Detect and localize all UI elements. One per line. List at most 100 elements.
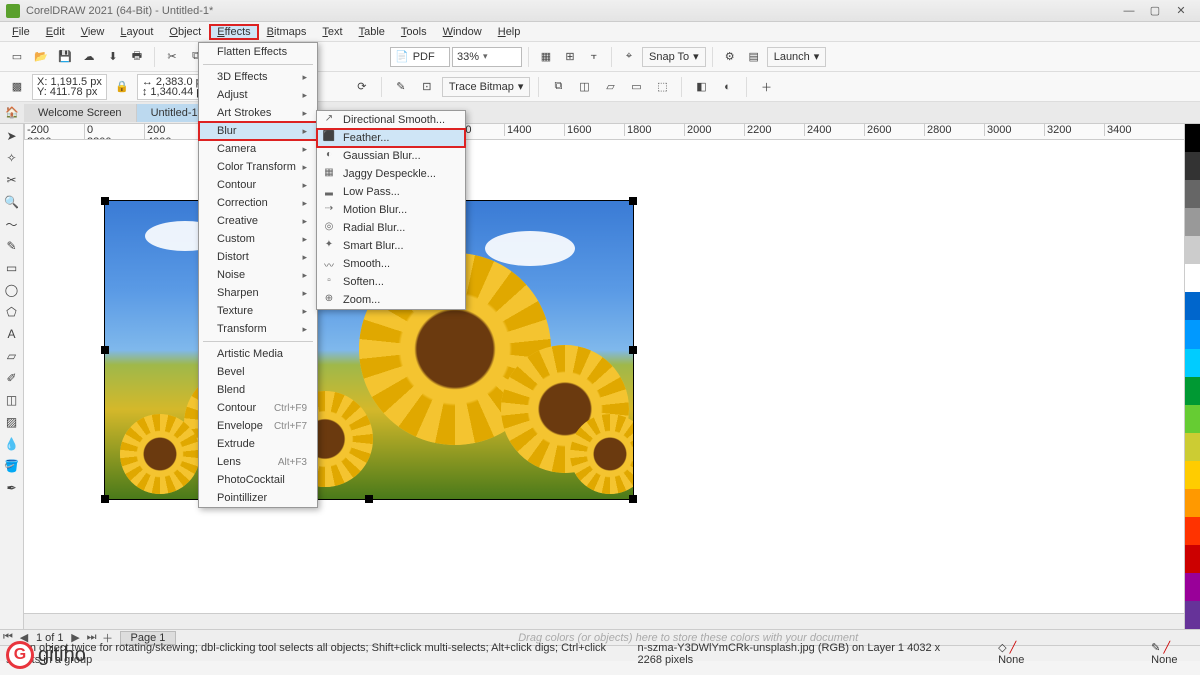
crop-tool-icon[interactable]: ✂	[2, 170, 22, 190]
fill-indicator[interactable]: ◇ ╱ None	[998, 641, 1040, 666]
color-swatch[interactable]	[1185, 349, 1200, 377]
blur-item-smart-blur-[interactable]: ✦Smart Blur...	[317, 237, 465, 255]
menu-table[interactable]: Table	[351, 24, 393, 40]
color-swatch[interactable]	[1185, 601, 1200, 629]
zoom-tool-icon[interactable]: 🔍	[2, 192, 22, 212]
minimize-button[interactable]: —	[1116, 5, 1142, 17]
menu-item-texture[interactable]: Texture	[199, 302, 317, 320]
outline-tool-icon[interactable]: ✒	[2, 478, 22, 498]
color-swatch[interactable]	[1185, 292, 1200, 320]
menu-help[interactable]: Help	[490, 24, 529, 40]
pick-tool-icon[interactable]: ➤	[2, 126, 22, 146]
outline-indicator[interactable]: ✎ ╱ None	[1151, 641, 1194, 666]
menu-item-flatten-effects[interactable]: Flatten Effects	[199, 43, 317, 61]
menu-item-lens[interactable]: LensAlt+F3	[199, 453, 317, 471]
color-swatch[interactable]	[1185, 377, 1200, 405]
layout-icon[interactable]: ▤	[743, 46, 765, 68]
menu-item-pointillizer[interactable]: Pointillizer	[199, 489, 317, 507]
menu-object[interactable]: Object	[161, 24, 209, 40]
menu-item-noise[interactable]: Noise	[199, 266, 317, 284]
new-icon[interactable]: ▭	[6, 46, 28, 68]
color-swatch[interactable]	[1185, 180, 1200, 208]
menu-window[interactable]: Window	[435, 24, 490, 40]
plus-icon[interactable]: ＋	[755, 76, 777, 98]
color-swatch[interactable]	[1185, 320, 1200, 348]
ellipse-tool-icon[interactable]: ◯	[2, 280, 22, 300]
open-icon[interactable]: 📂	[30, 46, 52, 68]
menu-item-blur[interactable]: Blur	[199, 122, 317, 140]
menu-item-distort[interactable]: Distort	[199, 248, 317, 266]
maximize-button[interactable]: ▢	[1142, 4, 1168, 17]
text-tool-icon[interactable]: A	[2, 324, 22, 344]
menu-item-3d-effects[interactable]: 3D Effects	[199, 68, 317, 86]
rotate-icon[interactable]: ⟳	[351, 76, 373, 98]
menu-item-creative[interactable]: Creative	[199, 212, 317, 230]
color-swatch[interactable]	[1185, 124, 1200, 152]
grid-icon[interactable]: ▦	[535, 46, 557, 68]
wrap-icon[interactable]: ⬚	[651, 76, 673, 98]
menu-item-color-transform[interactable]: Color Transform	[199, 158, 317, 176]
position-fields[interactable]: X: 1,191.5 px Y: 411.78 px	[32, 74, 107, 100]
color-swatch[interactable]	[1185, 236, 1200, 264]
polygon-tool-icon[interactable]: ⬠	[2, 302, 22, 322]
menu-view[interactable]: View	[73, 24, 113, 40]
print-icon[interactable]: 🖶	[126, 46, 148, 68]
shape-tool-icon[interactable]: ✧	[2, 148, 22, 168]
menu-layout[interactable]: Layout	[112, 24, 161, 40]
zoom-combo[interactable]: 33%▾	[452, 47, 522, 67]
blur-item-low-pass-[interactable]: ▂Low Pass...	[317, 183, 465, 201]
menu-edit[interactable]: Edit	[38, 24, 73, 40]
snap-to-combo[interactable]: Snap To▾	[642, 47, 706, 67]
color-palette[interactable]	[1184, 124, 1200, 629]
blur-item-zoom-[interactable]: ⊕Zoom...	[317, 291, 465, 309]
blur-item-smooth-[interactable]: 〰Smooth...	[317, 255, 465, 273]
close-button[interactable]: ✕	[1168, 4, 1194, 17]
blur-item-gaussian-blur-[interactable]: ◐Gaussian Blur...	[317, 147, 465, 165]
launch-combo[interactable]: Launch▾	[767, 47, 827, 67]
menu-text[interactable]: Text	[314, 24, 350, 40]
mask-icon[interactable]: ◐	[716, 76, 738, 98]
freehand-tool-icon[interactable]: ～	[2, 214, 22, 234]
rectangle-tool-icon[interactable]: ▭	[2, 258, 22, 278]
transparency-icon[interactable]: ◧	[690, 76, 712, 98]
blur-item-jaggy-despeckle-[interactable]: ▦Jaggy Despeckle...	[317, 165, 465, 183]
menu-item-blend[interactable]: Blend	[199, 381, 317, 399]
crop-icon[interactable]: ⧉	[547, 76, 569, 98]
color-swatch[interactable]	[1185, 545, 1200, 573]
perspective-icon[interactable]: ▱	[599, 76, 621, 98]
menu-item-sharpen[interactable]: Sharpen	[199, 284, 317, 302]
menu-item-extrude[interactable]: Extrude	[199, 435, 317, 453]
horizontal-scrollbar[interactable]	[24, 613, 1200, 629]
trace-bitmap-combo[interactable]: Trace Bitmap▾	[442, 77, 531, 97]
cloud-icon[interactable]: ☁	[78, 46, 100, 68]
menu-item-transform[interactable]: Transform	[199, 320, 317, 338]
lock-ratio-icon[interactable]: 🔒	[111, 76, 133, 98]
transparency-tool-icon[interactable]: ▨	[2, 412, 22, 432]
dropper-tool-icon[interactable]: ✐	[2, 368, 22, 388]
parallel-tool-icon[interactable]: ▱	[2, 346, 22, 366]
blur-item-motion-blur-[interactable]: ⇢Motion Blur...	[317, 201, 465, 219]
eyedropper-tool-icon[interactable]: 💧	[2, 434, 22, 454]
snap-icon[interactable]: ⌖	[618, 46, 640, 68]
menu-item-photococktail[interactable]: PhotoCocktail	[199, 471, 317, 489]
resample-icon[interactable]: ⊡	[416, 76, 438, 98]
menu-item-art-strokes[interactable]: Art Strokes	[199, 104, 317, 122]
blur-item-directional-smooth-[interactable]: ↗Directional Smooth...	[317, 111, 465, 129]
pixel-grid-icon[interactable]: ▩	[6, 76, 28, 98]
guides-icon[interactable]: ⊞	[559, 46, 581, 68]
blur-item-soften-[interactable]: ▫Soften...	[317, 273, 465, 291]
export-format-combo[interactable]: 📄 PDF	[390, 47, 450, 67]
straighten-icon[interactable]: ◫	[573, 76, 595, 98]
color-swatch[interactable]	[1185, 405, 1200, 433]
tab-welcome[interactable]: Welcome Screen	[24, 104, 137, 122]
menu-file[interactable]: File	[4, 24, 38, 40]
menu-item-contour[interactable]: Contour	[199, 176, 317, 194]
cloud-down-icon[interactable]: ⬇	[102, 46, 124, 68]
color-swatch[interactable]	[1185, 573, 1200, 601]
save-icon[interactable]: 💾	[54, 46, 76, 68]
menu-item-custom[interactable]: Custom	[199, 230, 317, 248]
align-icon[interactable]: ⫟	[583, 46, 605, 68]
menu-item-contour[interactable]: ContourCtrl+F9	[199, 399, 317, 417]
artistic-tool-icon[interactable]: ✎	[2, 236, 22, 256]
interactive-tool-icon[interactable]: ◫	[2, 390, 22, 410]
